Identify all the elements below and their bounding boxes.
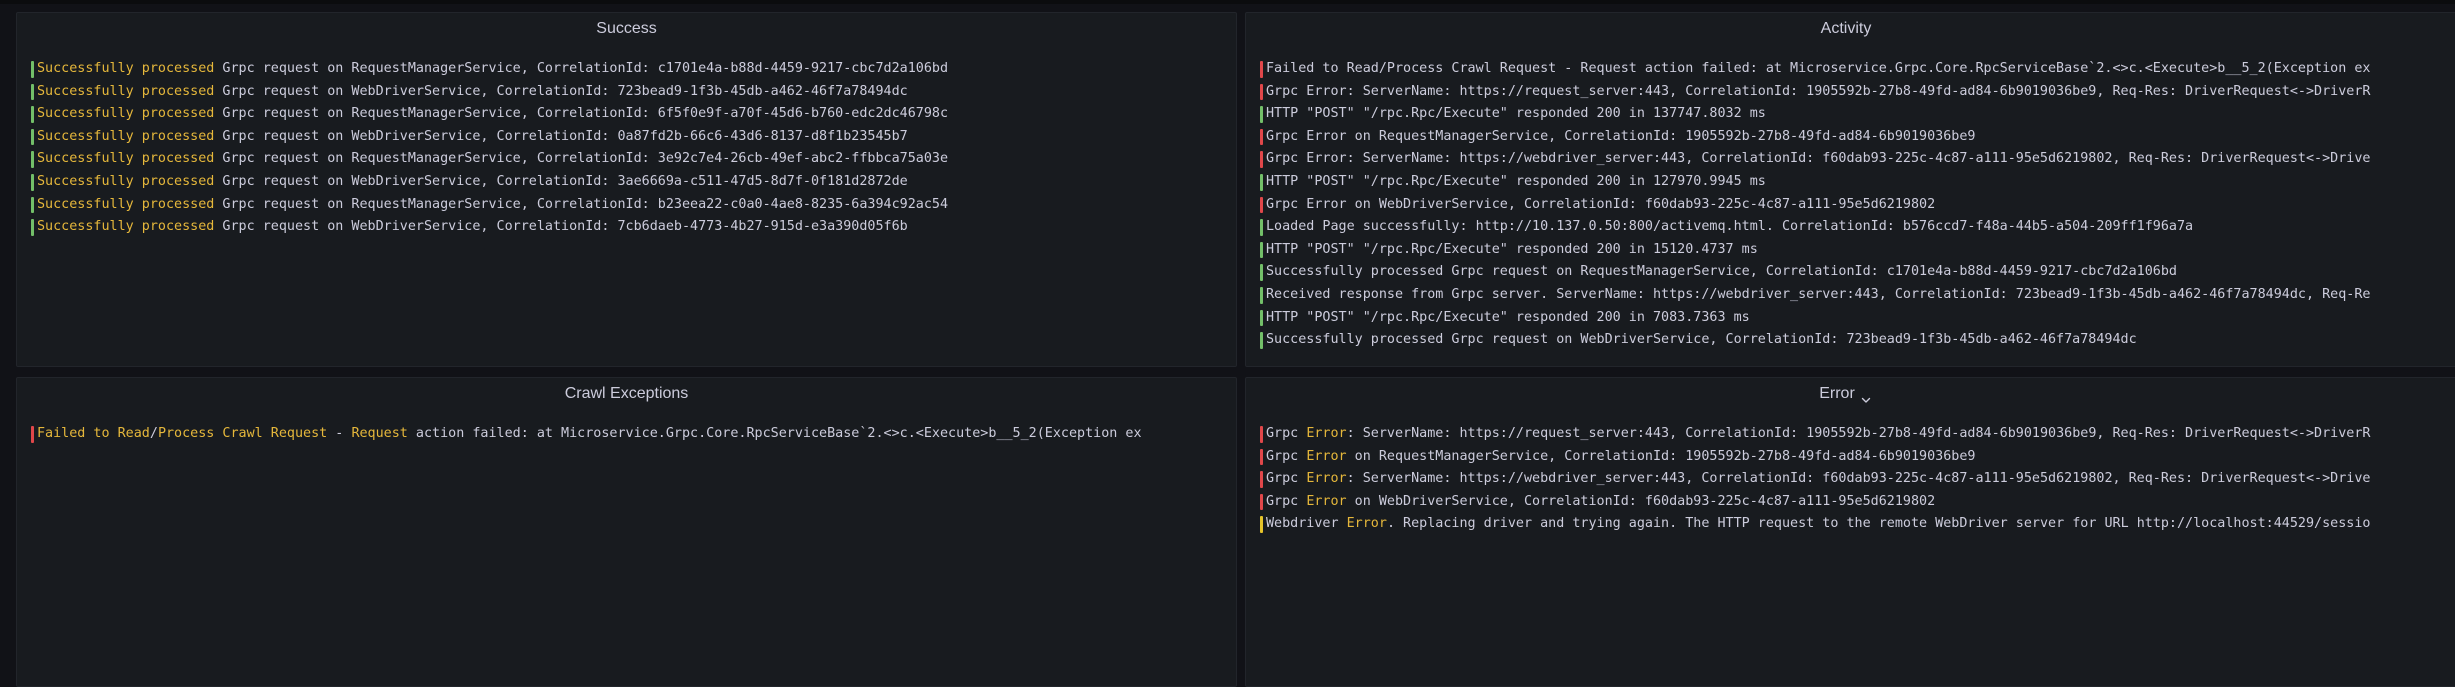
- panel-activity: Activity Failed to Read/Process Crawl Re…: [1245, 12, 2455, 367]
- panel-title: Success: [596, 20, 657, 37]
- log-row[interactable]: Successfully processed Grpc request on R…: [31, 194, 1236, 217]
- log-text: Successfully processed Grpc request on R…: [1266, 264, 2177, 280]
- log-row[interactable]: Successfully processed Grpc request on R…: [31, 58, 1236, 81]
- panel-error: Error Grpc Error: ServerName: https://re…: [1245, 377, 2455, 687]
- log-highlight: Successfully processed: [37, 83, 215, 99]
- log-highlight: Failed to Read: [37, 426, 150, 441]
- dashboard: Success Successfully processed Grpc requ…: [0, 0, 2455, 687]
- log-row[interactable]: Grpc Error: ServerName: https://webdrive…: [1260, 468, 2455, 491]
- log-row[interactable]: Successfully processed Grpc request on W…: [31, 81, 1236, 104]
- log-text: on RequestManagerService, CorrelationId:…: [1346, 448, 1976, 464]
- panel-title: Activity: [1820, 20, 1872, 37]
- log-text: : ServerName: https://request_server:443…: [1346, 426, 2371, 441]
- log-row[interactable]: HTTP "POST" "/rpc.Rpc/Execute" responded…: [1260, 239, 2455, 262]
- log-row[interactable]: Grpc Error on RequestManagerService, Cor…: [1260, 126, 2455, 149]
- log-row[interactable]: Webdriver Error. Replacing driver and tr…: [1260, 513, 2455, 536]
- log-text: Grpc request on WebDriverService, Correl…: [214, 173, 908, 189]
- panel-header[interactable]: Activity: [1246, 13, 2446, 45]
- log-text: Grpc request on RequestManagerService, C…: [214, 151, 949, 167]
- log-text: Grpc: [1266, 426, 1307, 441]
- log-row[interactable]: Successfully processed Grpc request on W…: [1260, 329, 2455, 352]
- log-row[interactable]: Failed to Read/Process Crawl Request - R…: [31, 423, 1230, 446]
- log-row[interactable]: Successfully processed Grpc request on W…: [31, 126, 1236, 149]
- log-text: Grpc request on WebDriverService, Correl…: [214, 219, 908, 235]
- log-highlight: Error: [1346, 516, 1387, 532]
- log-highlight: Successfully processed: [37, 61, 215, 76]
- log-text: HTTP "POST" "/rpc.Rpc/Execute" responded…: [1266, 106, 1766, 122]
- log-highlight: Error: [1306, 426, 1347, 441]
- log-row[interactable]: Successfully processed Grpc request on W…: [31, 216, 1236, 239]
- log-row[interactable]: Grpc Error on RequestManagerService, Cor…: [1260, 446, 2455, 469]
- log-row[interactable]: Received response from Grpc server. Serv…: [1260, 284, 2455, 307]
- log-row[interactable]: HTTP "POST" "/rpc.Rpc/Execute" responded…: [1260, 307, 2455, 330]
- panel-title: Error: [1819, 385, 1855, 402]
- log-row[interactable]: Successfully processed Grpc request on R…: [31, 148, 1236, 171]
- log-text: Grpc Error on WebDriverService, Correlat…: [1266, 196, 1936, 212]
- top-bar-edge: [0, 0, 2455, 4]
- log-highlight: Error: [1306, 493, 1347, 509]
- log-list: Failed to Read/Process Crawl Request - R…: [31, 423, 1230, 686]
- log-row[interactable]: Successfully processed Grpc request on R…: [1260, 261, 2455, 284]
- log-text: Grpc request on RequestManagerService, C…: [214, 196, 949, 212]
- log-text: Grpc Error: ServerName: https://request_…: [1266, 83, 2371, 99]
- log-highlight: Error: [1306, 448, 1347, 464]
- log-highlight: Successfully processed: [37, 106, 215, 122]
- log-list: Successfully processed Grpc request on R…: [31, 58, 1236, 366]
- log-text: Grpc request on RequestManagerService, C…: [214, 106, 949, 122]
- log-text: Loaded Page successfully: http://10.137.…: [1266, 219, 2194, 235]
- log-text: HTTP "POST" "/rpc.Rpc/Execute" responded…: [1266, 241, 1758, 257]
- log-highlight: Request: [351, 426, 408, 441]
- log-text: action failed: at Microservice.Grpc.Core…: [407, 426, 1142, 441]
- log-text: Grpc Error on RequestManagerService, Cor…: [1266, 128, 1976, 144]
- chevron-down-icon[interactable]: [1859, 387, 1873, 403]
- log-row[interactable]: Loaded Page successfully: http://10.137.…: [1260, 216, 2455, 239]
- log-row[interactable]: HTTP "POST" "/rpc.Rpc/Execute" responded…: [1260, 103, 2455, 126]
- panel-header[interactable]: Success: [17, 13, 1236, 45]
- log-list: Grpc Error: ServerName: https://request_…: [1260, 423, 2455, 686]
- log-text: Successfully processed Grpc request on W…: [1266, 332, 2137, 348]
- log-highlight: Successfully processed: [37, 151, 215, 167]
- log-row[interactable]: Grpc Error on WebDriverService, Correlat…: [1260, 491, 2455, 514]
- log-text: Grpc Error: ServerName: https://webdrive…: [1266, 151, 2371, 167]
- log-text: . Replacing driver and trying again. The…: [1386, 516, 2371, 532]
- log-text: Grpc: [1266, 493, 1307, 509]
- log-highlight: Successfully processed: [37, 196, 215, 212]
- log-text: Failed to Read/Process Crawl Request - R…: [1266, 61, 2371, 76]
- log-text: Grpc request on RequestManagerService, C…: [214, 61, 949, 76]
- log-row[interactable]: Successfully processed Grpc request on W…: [31, 171, 1236, 194]
- log-highlight: Successfully processed: [37, 219, 215, 235]
- log-row[interactable]: Grpc Error: ServerName: https://request_…: [1260, 423, 2455, 446]
- panel-header[interactable]: Crawl Exceptions: [17, 378, 1236, 410]
- log-text: -: [327, 426, 352, 441]
- log-list: Failed to Read/Process Crawl Request - R…: [1260, 58, 2455, 356]
- log-row[interactable]: Successfully processed Grpc request on R…: [31, 103, 1236, 126]
- log-text: Received response from Grpc server. Serv…: [1266, 286, 2371, 302]
- log-text: Grpc request on WebDriverService, Correl…: [214, 83, 908, 99]
- log-text: Webdriver: [1266, 516, 1347, 532]
- log-highlight: Successfully processed: [37, 173, 215, 189]
- panel-header[interactable]: Error: [1246, 378, 2446, 410]
- log-highlight: Process Crawl Request: [157, 426, 328, 441]
- log-text: on WebDriverService, CorrelationId: f60d…: [1346, 493, 1936, 509]
- log-text: /: [149, 426, 158, 441]
- log-text: HTTP "POST" "/rpc.Rpc/Execute" responded…: [1266, 173, 1766, 189]
- log-row[interactable]: Failed to Read/Process Crawl Request - R…: [1260, 58, 2455, 81]
- log-highlight: Successfully processed: [37, 128, 215, 144]
- log-row[interactable]: Grpc Error: ServerName: https://webdrive…: [1260, 148, 2455, 171]
- log-text: Grpc: [1266, 448, 1307, 464]
- panel-success: Success Successfully processed Grpc requ…: [16, 12, 1237, 367]
- log-text: : ServerName: https://webdriver_server:4…: [1346, 471, 2371, 487]
- panel-title: Crawl Exceptions: [564, 385, 689, 402]
- log-row[interactable]: Grpc Error on WebDriverService, Correlat…: [1260, 194, 2455, 217]
- log-row[interactable]: HTTP "POST" "/rpc.Rpc/Execute" responded…: [1260, 171, 2455, 194]
- log-highlight: Error: [1306, 471, 1347, 487]
- log-row[interactable]: Grpc Error: ServerName: https://request_…: [1260, 81, 2455, 104]
- log-text: Grpc: [1266, 471, 1307, 487]
- log-text: HTTP "POST" "/rpc.Rpc/Execute" responded…: [1266, 309, 1750, 325]
- panel-crawl-exceptions: Crawl Exceptions Failed to Read/Process …: [16, 377, 1237, 687]
- log-text: Grpc request on WebDriverService, Correl…: [214, 128, 908, 144]
